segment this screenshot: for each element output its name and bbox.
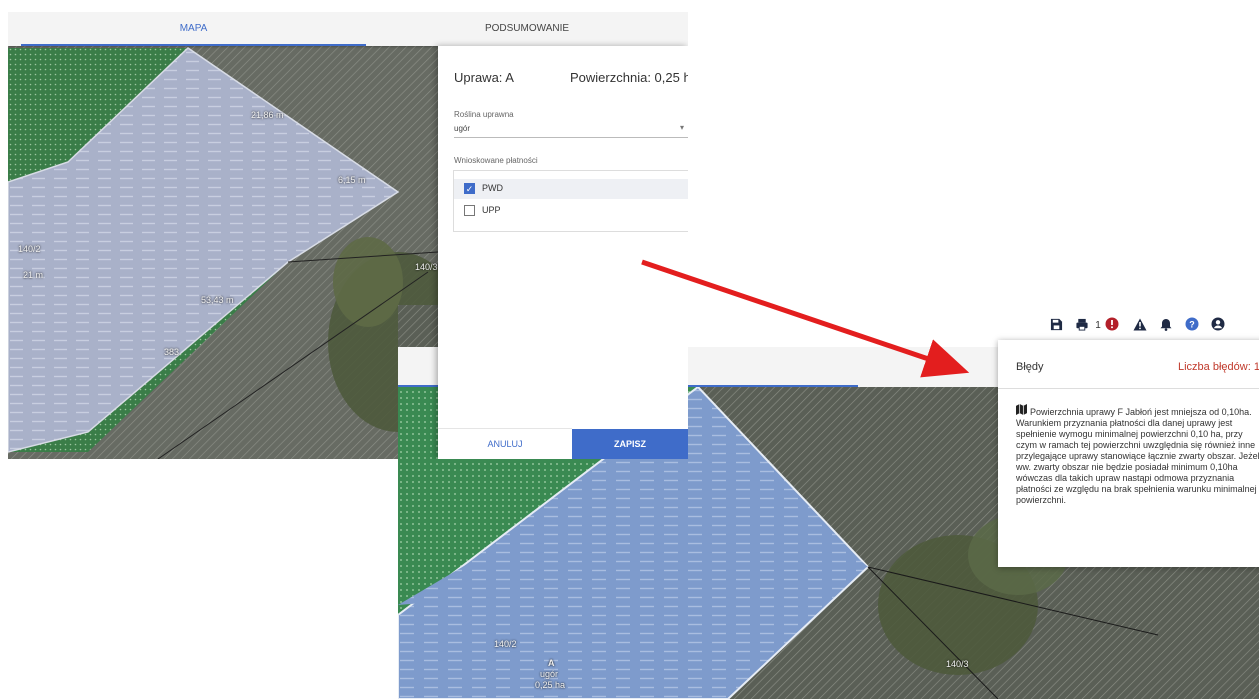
arrow-line	[641, 259, 970, 378]
annotation-arrow	[641, 259, 970, 378]
